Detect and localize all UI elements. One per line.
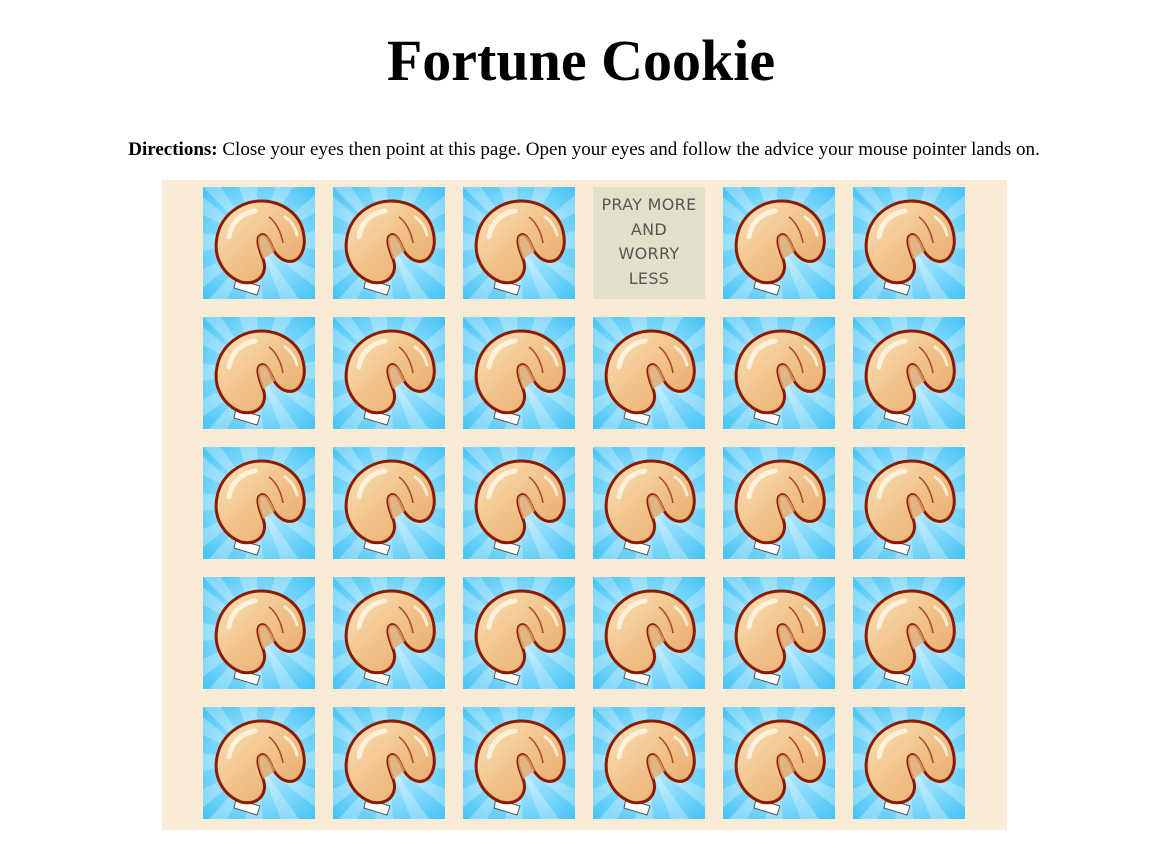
cookie-tile[interactable] <box>203 707 315 819</box>
fortune-cookie-icon <box>853 577 965 689</box>
fortune-cookie-icon <box>333 447 445 559</box>
cookie-tile[interactable] <box>853 577 965 689</box>
fortune-text: PRAY MORE AND WORRY LESS <box>601 195 697 288</box>
cookie-tile[interactable] <box>593 577 705 689</box>
cookie-tile[interactable] <box>593 707 705 819</box>
fortune-cookie-icon <box>333 187 445 299</box>
fortune-cookie-icon <box>463 707 575 819</box>
cookie-tile[interactable] <box>203 447 315 559</box>
fortune-cookie-icon <box>203 447 315 559</box>
fortune-cookie-icon <box>853 317 965 429</box>
cookie-tile[interactable] <box>723 447 835 559</box>
cookie-tile[interactable] <box>333 187 445 299</box>
cookie-tile[interactable]: PRAY MORE AND WORRY LESS <box>593 187 705 299</box>
fortune-cookie-icon <box>463 447 575 559</box>
cookie-tile[interactable] <box>723 707 835 819</box>
fortune-cookie-icon <box>463 317 575 429</box>
fortune-cookie-icon <box>593 577 705 689</box>
fortune-cookie-icon <box>723 187 835 299</box>
cookie-tile[interactable] <box>593 317 705 429</box>
fortune-cookie-icon <box>463 577 575 689</box>
fortune-cookie-icon <box>723 707 835 819</box>
fortune-cookie-icon <box>593 447 705 559</box>
cookie-tile[interactable] <box>203 317 315 429</box>
fortune-cookie-icon <box>853 187 965 299</box>
fortune-cookie-icon <box>333 577 445 689</box>
cookie-tile[interactable] <box>333 317 445 429</box>
fortune-cookie-icon <box>853 447 965 559</box>
fortune-cookie-icon <box>723 447 835 559</box>
cookie-tile[interactable] <box>723 577 835 689</box>
cookie-tile[interactable] <box>203 187 315 299</box>
cookie-tile[interactable] <box>203 577 315 689</box>
cookie-tile[interactable] <box>333 707 445 819</box>
cookie-tile[interactable] <box>593 447 705 559</box>
cookie-tile[interactable] <box>853 447 965 559</box>
directions-label: Directions: <box>128 139 218 160</box>
fortune-cookie-icon <box>723 577 835 689</box>
fortune-cookie-icon <box>203 187 315 299</box>
cookie-tile[interactable] <box>853 707 965 819</box>
fortune-cookie-icon <box>463 187 575 299</box>
cookie-tile[interactable] <box>853 187 965 299</box>
cookie-tile[interactable] <box>723 317 835 429</box>
cookie-tile[interactable] <box>723 187 835 299</box>
fortune-cookie-icon <box>203 707 315 819</box>
fortune-cookie-icon <box>853 707 965 819</box>
cookie-tile[interactable] <box>333 577 445 689</box>
fortune-cookie-icon <box>723 317 835 429</box>
fortune-cookie-icon <box>203 577 315 689</box>
cookie-tile[interactable] <box>333 447 445 559</box>
fortune-cookie-icon <box>333 317 445 429</box>
cookie-board: PRAY MORE AND WORRY LESS <box>162 180 1007 830</box>
cookie-grid: PRAY MORE AND WORRY LESS <box>203 187 965 819</box>
directions: Directions: Close your eyes then point a… <box>0 138 1162 162</box>
fortune-cookie-icon <box>333 707 445 819</box>
cookie-tile[interactable] <box>463 187 575 299</box>
fortune-cookie-icon <box>203 317 315 429</box>
directions-text: Close your eyes then point at this page.… <box>217 139 1040 160</box>
cookie-tile[interactable] <box>463 707 575 819</box>
cookie-tile[interactable] <box>853 317 965 429</box>
cookie-tile[interactable] <box>463 577 575 689</box>
fortune-cookie-icon <box>593 707 705 819</box>
cookie-tile[interactable] <box>463 317 575 429</box>
fortune-cookie-icon <box>593 317 705 429</box>
cookie-tile[interactable] <box>463 447 575 559</box>
page-title: Fortune Cookie <box>386 28 776 93</box>
